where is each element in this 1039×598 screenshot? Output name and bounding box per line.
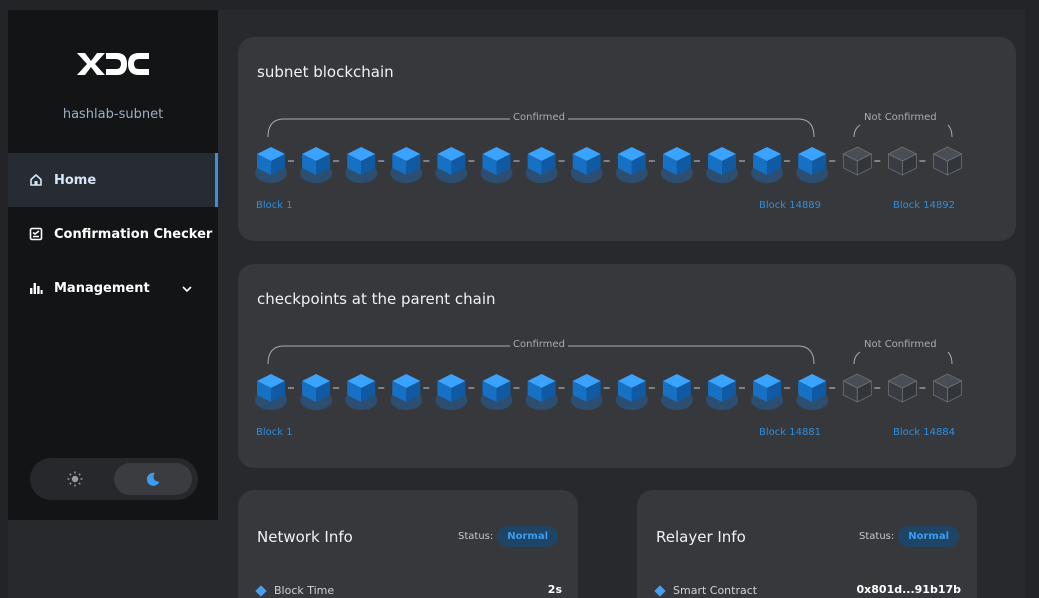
confirmed-block[interactable] [255, 374, 287, 410]
info-row-label: Block Time [255, 584, 335, 597]
last-confirmed-block-label[interactable]: Block 14889 [759, 200, 821, 211]
chevron-down-icon [182, 282, 192, 297]
moon-icon [146, 472, 160, 486]
sidebar-item-confirmation-checker[interactable]: Confirmation Checker [8, 207, 218, 261]
confirmed-block[interactable] [615, 374, 648, 410]
home-icon [28, 172, 44, 188]
status-label: Status: [458, 531, 494, 542]
unconfirmed-block[interactable] [932, 146, 963, 176]
sidebar-item-label: Confirmation Checker [54, 226, 213, 242]
confirmed-block[interactable] [255, 147, 287, 183]
unconfirmed-block[interactable] [887, 373, 918, 403]
first-block-label[interactable]: Block 1 [256, 200, 293, 211]
sidebar-item-label: Home [54, 172, 97, 188]
window-frame-top [0, 0, 1039, 10]
block-time-value: 2s [547, 583, 562, 596]
confirmed-block[interactable] [660, 147, 693, 183]
window-frame-left [0, 0, 8, 598]
latest-block-label[interactable]: Block 14892 [893, 200, 955, 211]
network-info-card: Network Info Status: Normal Block Time 2… [238, 490, 578, 598]
card-title: Network Info [257, 528, 353, 546]
confirmed-block[interactable] [390, 147, 423, 183]
confirmed-block[interactable] [751, 374, 784, 410]
theme-toggle [30, 458, 198, 500]
confirmed-block[interactable] [345, 374, 378, 410]
unconfirmed-block[interactable] [842, 373, 873, 403]
confirmed-block[interactable] [570, 374, 603, 410]
confirmed-block[interactable] [706, 374, 738, 410]
confirmed-block[interactable] [751, 147, 784, 183]
card-title: Relayer Info [656, 528, 746, 546]
confirmed-block[interactable] [345, 147, 378, 183]
info-row-label: Smart Contract [654, 584, 758, 597]
window-frame-right [1025, 0, 1039, 598]
confirmed-block[interactable] [300, 374, 333, 410]
not-confirmed-bracket [853, 124, 953, 138]
unconfirmed-block[interactable] [887, 146, 918, 176]
confirmed-block[interactable] [480, 147, 513, 183]
status-indicator: Status: Normal [458, 526, 559, 547]
confirmed-block[interactable] [570, 147, 603, 183]
status-indicator: Status: Normal [859, 526, 960, 547]
diamond-bullet-icon [255, 584, 267, 597]
bar-chart-icon [28, 280, 44, 296]
latest-block-label[interactable]: Block 14884 [893, 427, 955, 438]
light-mode-button[interactable] [36, 463, 114, 495]
sidebar: hashlab-subnet Home Confirmation Checker… [8, 10, 218, 520]
smart-contract-label: Smart Contract [673, 584, 758, 597]
sidebar-item-management[interactable]: Management [8, 261, 218, 315]
sidebar-item-home[interactable]: Home [8, 153, 218, 207]
last-confirmed-block-label[interactable]: Block 14881 [759, 427, 821, 438]
block-time-label: Block Time [274, 584, 335, 597]
confirmed-block[interactable] [706, 147, 738, 183]
xdc-logo [8, 50, 218, 82]
xdc-logo-mark [77, 53, 149, 75]
confirmed-block[interactable] [525, 147, 558, 183]
relayer-info-card: Relayer Info Status: Normal Smart Contra… [637, 490, 977, 598]
confirmed-block[interactable] [796, 374, 829, 410]
confirmed-block[interactable] [390, 374, 423, 410]
subnet-blockchain-card: subnet blockchain Confirmed Not Confirme… [238, 37, 1016, 241]
confirmed-block[interactable] [796, 147, 829, 183]
sidebar-item-label: Management [54, 280, 150, 296]
subnet-name: hashlab-subnet [62, 107, 164, 122]
confirmed-block[interactable] [615, 147, 648, 183]
status-label: Status: [859, 531, 895, 542]
smart-contract-value[interactable]: 0x801d...91b17b [857, 583, 961, 596]
confirmed-block[interactable] [660, 374, 693, 410]
confirmed-label: Confirmed [510, 112, 568, 123]
diamond-bullet-icon [654, 584, 666, 597]
first-block-label[interactable]: Block 1 [256, 427, 293, 438]
confirmed-block[interactable] [435, 147, 468, 183]
unconfirmed-block[interactable] [842, 146, 873, 176]
parent-chain-checkpoints-card: checkpoints at the parent chain Confirme… [238, 264, 1016, 468]
dark-mode-button[interactable] [114, 463, 192, 495]
not-confirmed-label: Not Confirmed [861, 339, 940, 350]
status-badge: Normal [898, 526, 960, 547]
confirmed-block[interactable] [525, 374, 558, 410]
sun-icon [67, 471, 83, 487]
status-badge: Normal [497, 526, 559, 547]
unconfirmed-block[interactable] [932, 373, 963, 403]
confirmed-block[interactable] [435, 374, 468, 410]
not-confirmed-bracket [853, 351, 953, 365]
not-confirmed-label: Not Confirmed [861, 112, 940, 123]
confirmed-block[interactable] [300, 147, 333, 183]
checklist-icon [28, 226, 44, 242]
confirmed-label: Confirmed [510, 339, 568, 350]
confirmed-block[interactable] [480, 374, 513, 410]
